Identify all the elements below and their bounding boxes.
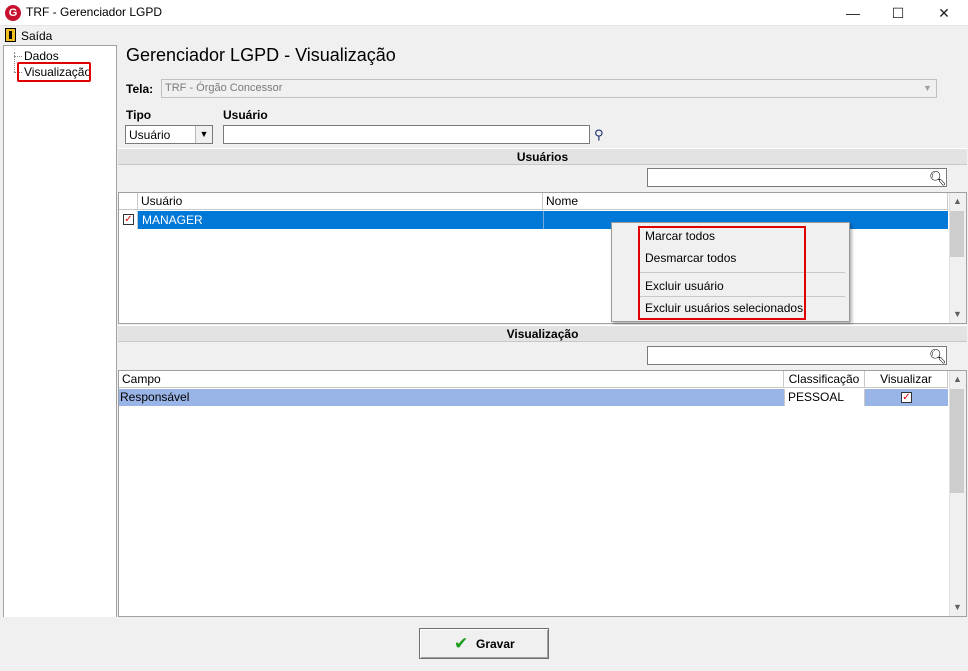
usuarios-section-header: Usuários [118,148,967,165]
annotation-highlight-box [638,226,806,320]
visualizacao-search-input[interactable] [647,346,947,365]
cell-usuario: MANAGER [142,213,203,227]
app-logo-icon: G [5,5,21,21]
check-column-header [119,193,138,210]
tela-select[interactable]: TRF - Órgão Concessor [161,79,937,98]
close-button[interactable]: ✕ [921,0,967,26]
checkmark-icon: ✔ [454,634,469,653]
minimize-button[interactable]: — [830,0,876,26]
visualizar-checkbox[interactable]: ✓ [901,392,912,403]
usuario-label: Usuário [223,108,268,122]
chevron-down-icon[interactable]: ▼ [919,80,936,97]
usuario-input[interactable] [223,125,590,144]
window-title: TRF - Gerenciador LGPD [26,5,163,19]
binoculars-search-icon[interactable]: ⚲ [594,127,610,142]
scroll-thumb[interactable] [950,389,964,493]
scroll-thumb[interactable] [950,211,964,257]
scroll-down-icon[interactable]: ▼ [949,306,966,323]
save-button-label: Gravar [476,637,515,651]
tipo-label: Tipo [126,108,152,122]
usuarios-search-input[interactable] [647,168,947,187]
cell-campo: Responsável [120,390,190,404]
search-icon[interactable]: 🔍︎ [929,170,947,186]
column-divider [543,211,544,229]
row-checkbox[interactable]: ✓ [123,214,134,225]
cell-classificacao: PESSOAL [788,390,845,404]
exit-door-icon[interactable] [5,28,16,42]
column-header-usuario[interactable]: Usuário [138,193,543,210]
menu-bar [0,26,968,45]
scroll-up-icon[interactable]: ▲ [949,193,966,210]
chevron-down-icon[interactable]: ▼ [195,126,212,143]
tree-item-dados[interactable]: Dados [24,49,59,63]
maximize-button[interactable]: ☐ [875,0,921,26]
column-header-visualizar[interactable]: Visualizar [865,371,948,388]
column-header-classificacao[interactable]: Classificação [784,371,865,388]
navigation-tree [3,45,117,668]
tree-connector [14,52,15,72]
tela-label: Tela: [126,82,154,96]
page-title: Gerenciador LGPD - Visualização [126,45,396,65]
scroll-down-icon[interactable]: ▼ [949,599,966,616]
exit-menu-item[interactable]: Saída [21,29,52,43]
column-header-nome[interactable]: Nome [543,193,948,210]
tree-connector [14,56,22,57]
visualizacao-section-header: Visualização [118,325,967,342]
visualizacao-grid [118,370,967,617]
scroll-up-icon[interactable]: ▲ [949,371,966,388]
annotation-highlight-box [17,62,91,82]
column-header-campo[interactable]: Campo [119,371,784,388]
search-icon[interactable]: 🔍︎ [929,348,947,364]
